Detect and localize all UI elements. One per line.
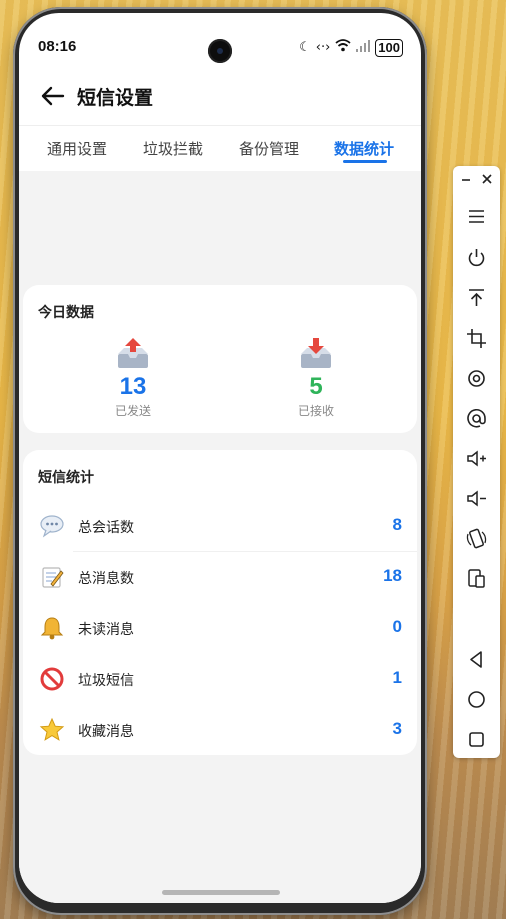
sent-label: 已发送 bbox=[114, 404, 151, 418]
rotate-icon[interactable] bbox=[463, 365, 490, 392]
sent-count: 13 bbox=[119, 373, 147, 400]
today-title: 今日数据 bbox=[38, 305, 94, 321]
row-value: 0 bbox=[392, 617, 402, 636]
minimize-icon[interactable] bbox=[458, 171, 474, 187]
row-label: 垃圾短信 bbox=[78, 673, 134, 689]
wifi-icon bbox=[335, 39, 351, 57]
stat-row-messages[interactable]: 总消息数 18 bbox=[23, 552, 417, 603]
active-tab-indicator bbox=[343, 160, 387, 163]
tab-general[interactable]: 通用设置 bbox=[47, 138, 107, 159]
tab-spam[interactable]: 垃圾拦截 bbox=[143, 138, 203, 159]
sms-stats-title: 短信统计 bbox=[38, 470, 94, 486]
received-count: 5 bbox=[309, 373, 323, 400]
status-bar: 08:16 ☾ ‹·› 100 bbox=[19, 13, 421, 63]
received-stat: 5 已接收 bbox=[256, 336, 376, 419]
prohibited-icon bbox=[39, 666, 65, 692]
screenshot-icon[interactable] bbox=[463, 565, 490, 592]
home-icon[interactable] bbox=[463, 686, 490, 713]
page-title: 短信设置 bbox=[77, 87, 154, 109]
row-label: 收藏消息 bbox=[78, 724, 134, 740]
stat-row-unread[interactable]: 未读消息 0 bbox=[23, 603, 417, 654]
tab-bar: 通用设置 垃圾拦截 备份管理 数据统计 bbox=[19, 125, 421, 172]
home-indicator[interactable] bbox=[162, 890, 280, 895]
phone-screen: 08:16 ☾ ‹·› 100 短信设置 通用设置 垃圾拦截 备份管理 数据统计… bbox=[19, 13, 421, 903]
back-arrow-icon[interactable] bbox=[39, 82, 67, 110]
tab-stats[interactable]: 数据统计 bbox=[334, 138, 394, 159]
bluetooth-icon: ‹·› bbox=[315, 40, 331, 55]
camera-cutout bbox=[208, 39, 232, 63]
inbox-icon bbox=[256, 336, 376, 374]
row-value: 8 bbox=[392, 515, 402, 534]
volume-down-icon[interactable] bbox=[463, 485, 490, 512]
pin-top-icon[interactable] bbox=[463, 284, 490, 311]
stat-row-conversations[interactable]: 总会话数 8 bbox=[23, 501, 417, 552]
outbox-icon bbox=[73, 336, 193, 374]
at-icon[interactable] bbox=[463, 405, 490, 432]
emulator-toolbar bbox=[453, 166, 500, 758]
content-area: 今日数据 13 已发送 5 已接收 短信统计 总会话数 8 总消息数 18 未读… bbox=[19, 171, 421, 903]
sms-stats-card: 短信统计 总会话数 8 总消息数 18 未读消息 0 垃圾短信 1 收藏消息 3 bbox=[23, 450, 417, 755]
battery-icon: 100 bbox=[375, 39, 403, 57]
row-value: 1 bbox=[392, 668, 402, 687]
bell-icon bbox=[39, 615, 65, 641]
close-icon[interactable] bbox=[479, 171, 495, 187]
status-time: 08:16 bbox=[38, 38, 77, 55]
back-icon[interactable] bbox=[463, 646, 490, 673]
stat-row-spam[interactable]: 垃圾短信 1 bbox=[23, 654, 417, 705]
speech-bubble-icon bbox=[39, 513, 65, 539]
menu-icon[interactable] bbox=[463, 203, 490, 230]
power-icon[interactable] bbox=[463, 244, 490, 271]
signal-icon bbox=[356, 39, 371, 57]
app-header: 短信设置 bbox=[19, 73, 421, 123]
received-label: 已接收 bbox=[297, 404, 334, 418]
row-value: 18 bbox=[383, 566, 402, 585]
tab-backup[interactable]: 备份管理 bbox=[239, 138, 299, 159]
row-label: 总会话数 bbox=[78, 520, 134, 536]
row-label: 未读消息 bbox=[78, 622, 134, 638]
memo-icon bbox=[39, 564, 65, 590]
star-icon bbox=[39, 717, 65, 743]
crop-icon[interactable] bbox=[463, 325, 490, 352]
sent-stat: 13 已发送 bbox=[73, 336, 193, 419]
stat-row-favorites[interactable]: 收藏消息 3 bbox=[23, 705, 417, 756]
status-icons: ☾ ‹·› 100 bbox=[299, 39, 403, 57]
today-card: 今日数据 13 已发送 5 已接收 bbox=[23, 285, 417, 433]
moon-icon: ☾ bbox=[299, 40, 311, 55]
row-label: 总消息数 bbox=[78, 571, 134, 587]
volume-up-icon[interactable] bbox=[463, 445, 490, 472]
row-value: 3 bbox=[392, 719, 402, 738]
recents-icon[interactable] bbox=[463, 726, 490, 753]
rotate-device-icon[interactable] bbox=[463, 525, 490, 552]
